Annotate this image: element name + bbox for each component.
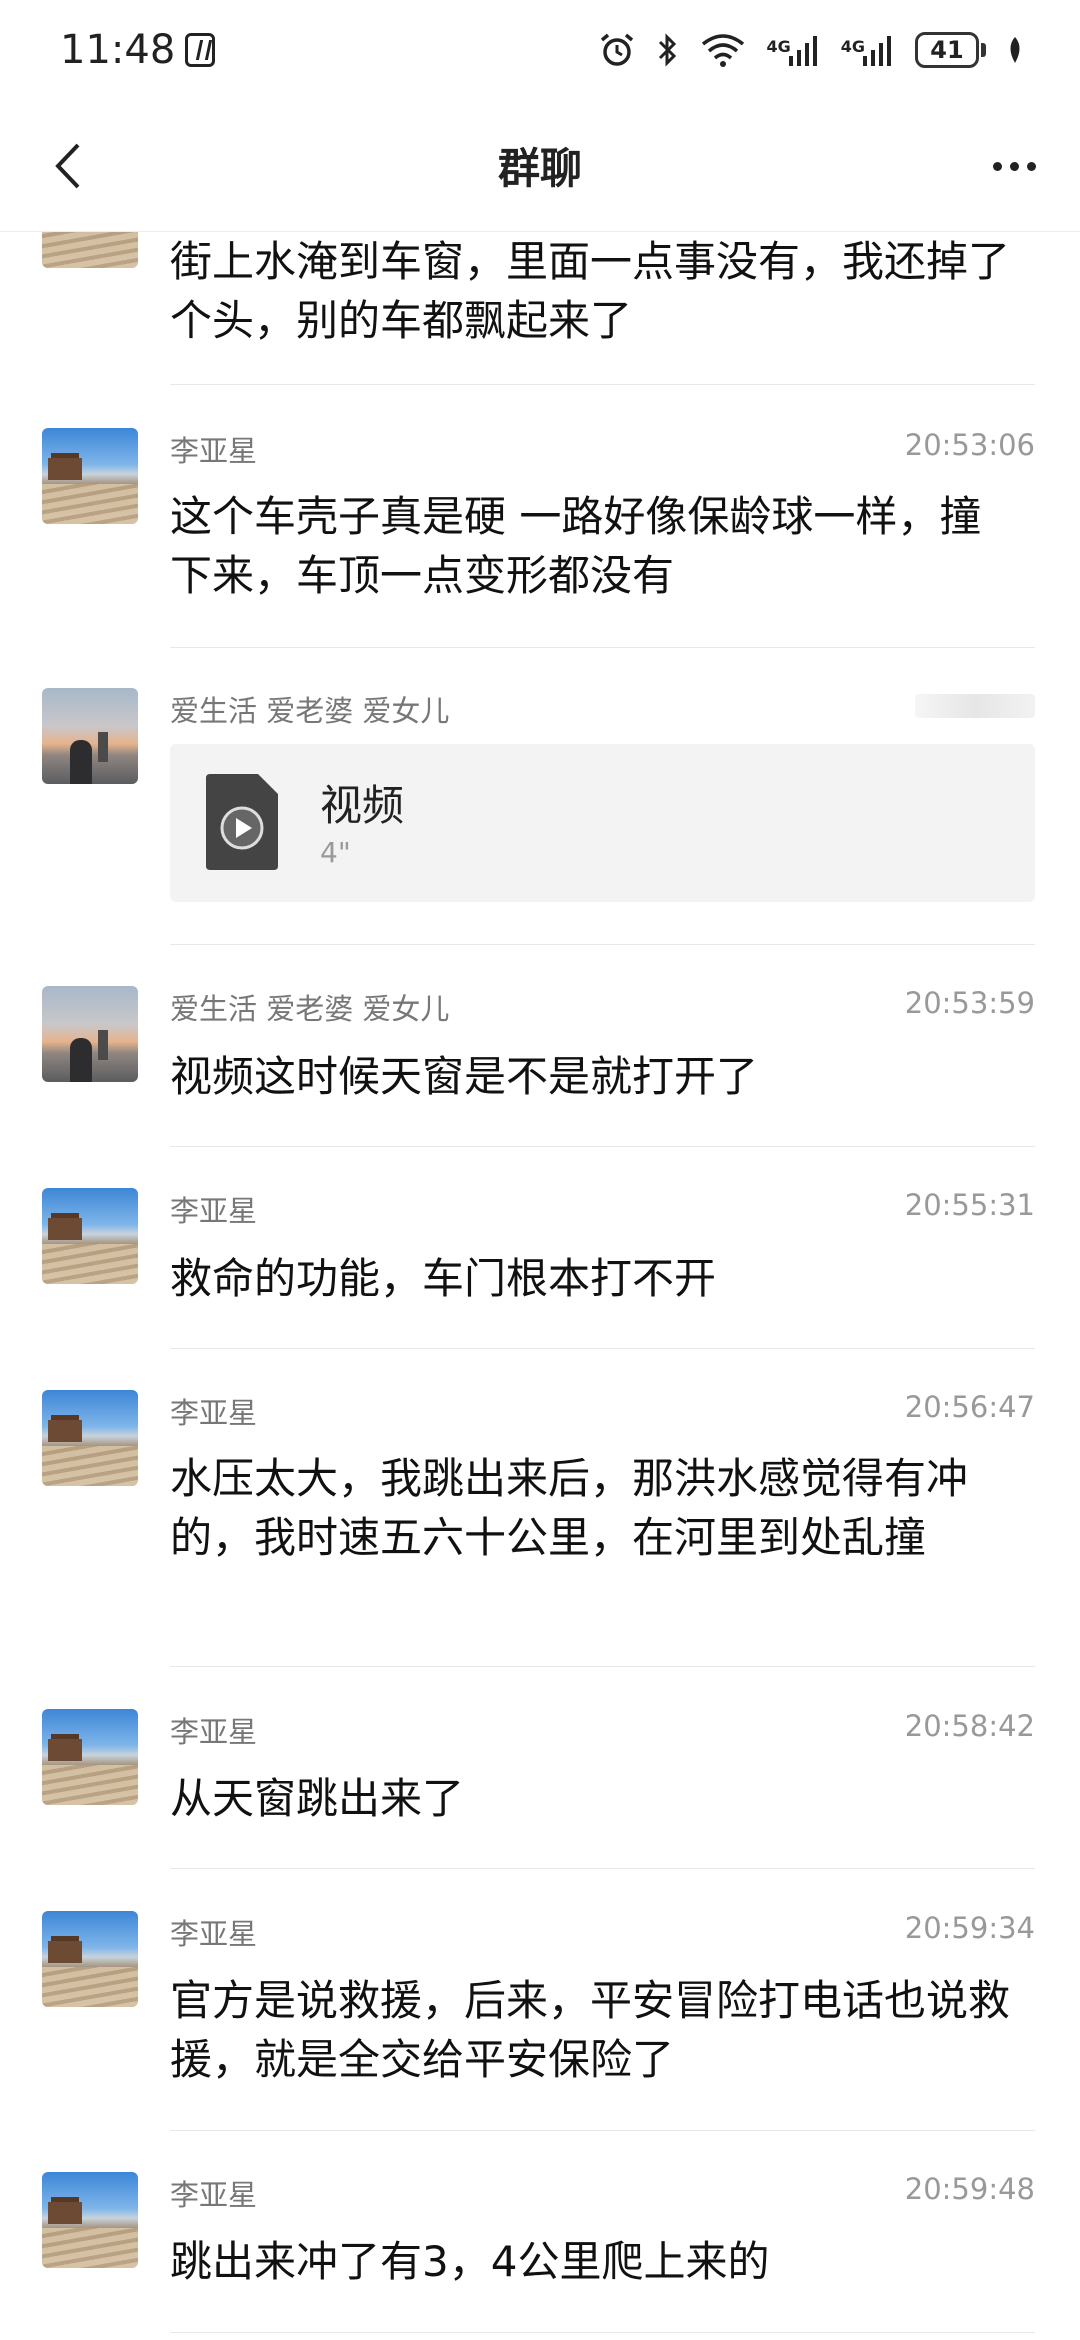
- video-duration: 4": [320, 836, 351, 869]
- battery-tip: [981, 43, 986, 57]
- status-time: 11:48: [60, 27, 176, 73]
- status-bar: 11:48 4G 4G 41: [0, 0, 1080, 100]
- status-right: 4G 4G 41: [598, 31, 1024, 69]
- message-divider: [170, 1666, 1035, 1667]
- bluetooth-icon: [659, 33, 677, 67]
- message-time: 20:58:42: [904, 1709, 1035, 1743]
- back-button[interactable]: [32, 130, 104, 202]
- avatar[interactable]: [42, 1188, 138, 1284]
- nfc-icon: [185, 33, 216, 67]
- more-dots-icon: [1009, 161, 1019, 171]
- avatar[interactable]: [42, 1390, 138, 1486]
- sender-name: 李亚星: [170, 1917, 258, 1951]
- more-dots-icon: [992, 161, 1002, 171]
- message-divider: [170, 1348, 1035, 1349]
- message-time-blurred: [915, 694, 1035, 718]
- avatar[interactable]: [42, 688, 138, 784]
- message-text: 视频这时候天窗是不是就打开了: [170, 1052, 759, 1101]
- message-time: 20:56:47: [904, 1390, 1035, 1424]
- chevron-left-icon: [55, 143, 80, 189]
- message-text: 从天窗跳出来了: [170, 1774, 465, 1823]
- sender-name: 李亚星: [170, 1396, 258, 1430]
- avatar[interactable]: [42, 986, 138, 1082]
- message-list[interactable]: 街上水淹到车窗，里面一点事没有，我还掉了个头，别的车都飘起来了 李亚星 20:5…: [0, 232, 1080, 2340]
- video-file-icon: [206, 774, 278, 870]
- message-text: 这个车壳子真是硬 一路好像保龄球一样，撞下来，车顶一点变形都没有: [170, 492, 982, 600]
- message-time: 20:53:06: [904, 428, 1035, 462]
- avatar[interactable]: [42, 1709, 138, 1805]
- message-divider: [170, 1868, 1035, 1869]
- alarm-icon: [601, 33, 634, 66]
- message-time: 20:55:31: [904, 1188, 1035, 1222]
- message-time: 20:59:48: [904, 2172, 1035, 2206]
- signal-1: 4G: [766, 34, 820, 66]
- leaf-icon: [1010, 37, 1020, 63]
- battery-icon: 41: [915, 32, 986, 68]
- message-text: 救命的功能，车门根本打不开: [170, 1254, 717, 1303]
- message-text: 街上水淹到车窗，里面一点事没有，我还掉了个头，别的车都飘起来了: [170, 237, 1011, 345]
- message-divider: [170, 1146, 1035, 1147]
- sender-name: 李亚星: [170, 2178, 258, 2212]
- avatar[interactable]: [42, 1911, 138, 2007]
- message-divider: [170, 647, 1035, 648]
- signal-2-label: 4G: [840, 37, 865, 56]
- signal-bars-icon: [863, 36, 891, 66]
- more-options-button[interactable]: [978, 130, 1050, 202]
- avatar[interactable]: [42, 2172, 138, 2268]
- video-message-card[interactable]: 视频 4": [170, 744, 1035, 902]
- avatar[interactable]: [42, 232, 138, 268]
- sender-name: 李亚星: [170, 1715, 258, 1749]
- message-text: 官方是说救援，后来，平安冒险打电话也说救援，就是全交给平安保险了: [170, 1976, 1011, 2084]
- sender-name: 爱生活 爱老婆 爱女儿: [170, 992, 450, 1026]
- message-divider: [170, 2332, 1035, 2333]
- message-divider: [170, 384, 1035, 385]
- wifi-icon: [702, 34, 745, 67]
- battery-level: 41: [915, 32, 979, 68]
- message-text: 跳出来冲了有3，4公里爬上来的: [170, 2237, 770, 2286]
- page-title: 群聊: [497, 144, 582, 193]
- message-text: 水压太大，我跳出来后，那洪水感觉得有冲的，我时速五六十公里，在河里到处乱撞: [170, 1454, 969, 1562]
- message-divider: [170, 944, 1035, 945]
- message-time: 20:59:34: [904, 1911, 1035, 1945]
- signal-2: 4G: [841, 34, 895, 66]
- chat-header: 群聊: [0, 100, 1080, 232]
- signal-bars-icon: [788, 36, 817, 66]
- status-left: 11:48: [60, 27, 216, 73]
- video-title: 视频: [320, 781, 405, 830]
- more-dots-icon: [1026, 161, 1036, 171]
- message-divider: [170, 2130, 1035, 2131]
- signal-1-label: 4G: [766, 37, 791, 56]
- sender-name: 爱生活 爱老婆 爱女儿: [170, 694, 450, 728]
- avatar[interactable]: [42, 428, 138, 524]
- sender-name: 李亚星: [170, 434, 258, 468]
- sender-name: 李亚星: [170, 1194, 258, 1228]
- message-time: 20:53:59: [904, 986, 1035, 1020]
